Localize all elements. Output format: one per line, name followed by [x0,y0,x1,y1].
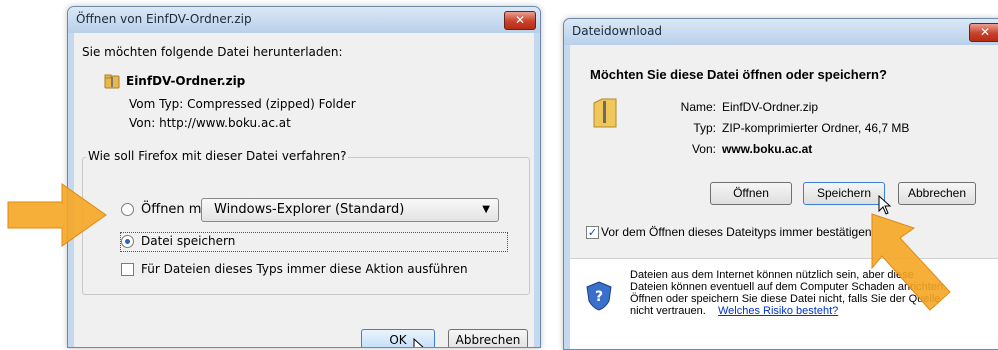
svg-text:?: ? [595,289,603,305]
file-name: EinfDV-Ordner.zip [126,74,246,88]
close-button[interactable]: ✕ [969,23,998,42]
source-value: www.boku.ac.at [722,142,813,156]
file-type: Vom Typ: Compressed (zipped) Folder [129,97,356,111]
open-button[interactable]: Öffnen [710,182,792,205]
confirm-checkbox[interactable]: ✓ [586,226,599,239]
always-do-checkbox[interactable] [121,263,134,276]
download-question: Möchten Sie diese Datei öffnen oder spei… [590,67,887,82]
save-button[interactable]: Speichern [803,182,885,205]
cancel-button[interactable]: Abbrechen [898,182,976,205]
type-key: Typ: [693,121,716,135]
warning-line-4: nicht vertrauen. [630,305,706,317]
zip-folder-icon [104,74,120,89]
mouse-cursor-icon [413,338,424,347]
confirm-label: Vor dem Öffnen dieses Dateityps immer be… [601,225,872,239]
title-bar: Dateidownload ✕ [564,19,998,45]
always-do-label: Für Dateien dieses Typs immer diese Akti… [141,262,468,276]
name-key: Name: [680,100,716,114]
title-bar: Öffnen von EinfDV-Ordner.zip ✕ [68,7,540,33]
security-shield-icon: ? [586,281,612,311]
zip-folder-icon [593,98,617,128]
close-button[interactable]: ✕ [504,11,536,30]
highlight-arrow-left [7,183,107,247]
save-file-radio[interactable] [121,235,134,248]
type-value: ZIP-komprimierter Ordner, 46,7 MB [722,121,910,135]
download-prompt: Sie möchten folgende Datei herunterladen… [82,45,343,59]
file-source: Von: http://www.boku.ac.at [129,116,291,130]
open-with-radio[interactable] [121,203,134,216]
firefox-download-dialog: Öffnen von EinfDV-Ordner.zip ✕ Sie möcht… [67,6,541,348]
chevron-down-icon: ▼ [482,204,490,215]
source-key: Von: [691,142,716,156]
save-file-label: Datei speichern [141,234,236,248]
dialog-body: Sie möchten folgende Datei herunterladen… [74,33,534,347]
open-with-label: Öffnen mit [141,202,211,217]
open-with-select[interactable]: Windows-Explorer (Standard) ▼ [201,198,499,222]
action-group-label: Wie soll Firefox mit dieser Datei verfah… [86,149,349,163]
dialog-title: Öffnen von EinfDV-Ordner.zip [76,12,252,26]
highlight-arrow-right [871,213,951,311]
open-with-value: Windows-Explorer (Standard) [214,202,405,217]
risk-link[interactable]: Welches Risiko besteht? [718,305,838,317]
name-value: EinfDV-Ordner.zip [722,100,819,114]
dialog-title: Dateidownload [572,24,663,38]
cancel-button[interactable]: Abbrechen [448,329,528,347]
